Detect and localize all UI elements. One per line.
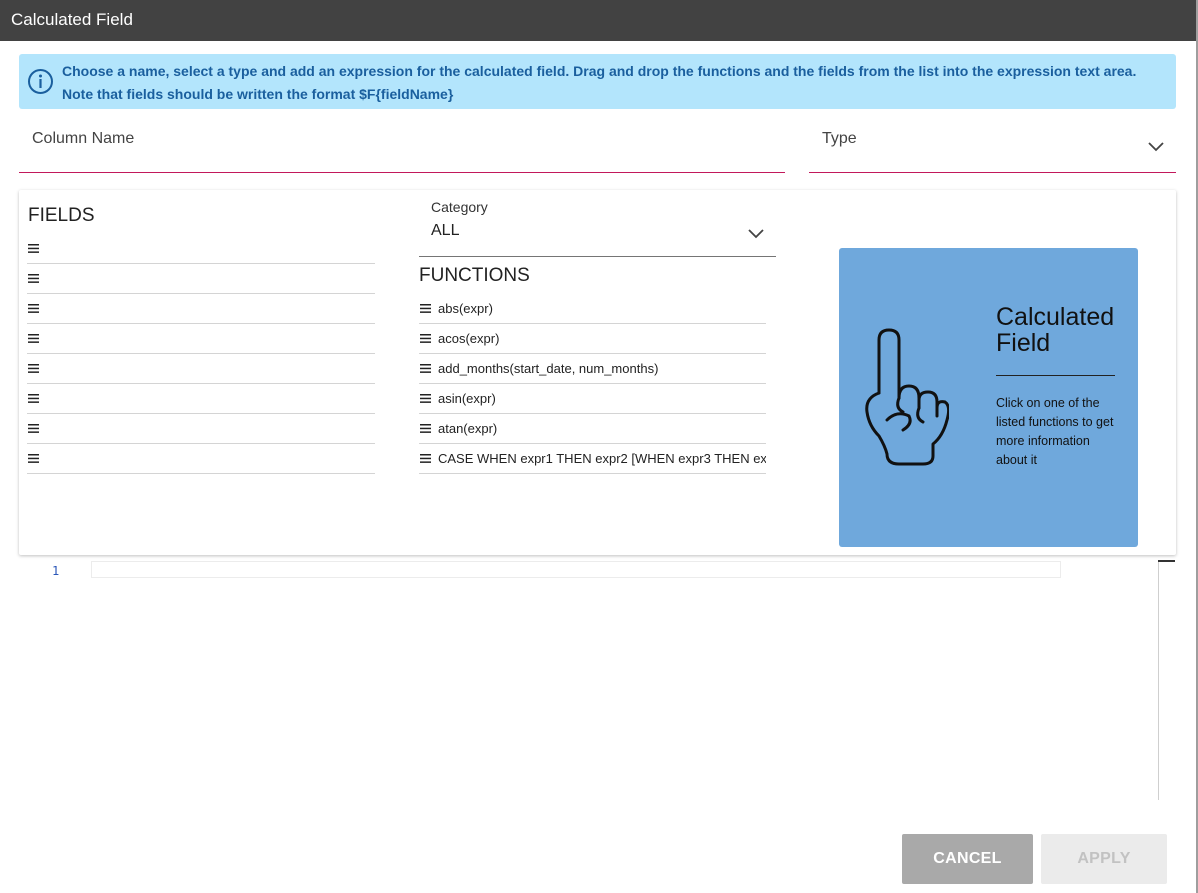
editor-scrollbar[interactable] — [1158, 561, 1159, 800]
drag-handle-icon[interactable] — [420, 304, 431, 313]
category-value: ALL — [431, 222, 460, 239]
chevron-down-icon — [748, 229, 764, 239]
drag-handle-icon[interactable] — [28, 244, 39, 253]
function-item-add-months[interactable]: add_months(start_date, num_months) — [419, 354, 766, 384]
chevron-down-icon — [1148, 142, 1164, 152]
functions-title: FUNCTIONS — [419, 265, 530, 286]
type-placeholder: Type — [822, 130, 857, 147]
drag-handle-icon[interactable] — [28, 274, 39, 283]
field-item[interactable] — [27, 414, 375, 444]
field-item[interactable] — [27, 354, 375, 384]
info-banner: Choose a name, select a type and add an … — [19, 54, 1176, 109]
cancel-button[interactable]: CANCEL — [902, 834, 1033, 884]
help-card: Calculated Field Click on one of the lis… — [839, 248, 1138, 547]
drag-handle-icon[interactable] — [28, 304, 39, 313]
function-name: acos(expr) — [438, 331, 500, 346]
dialog-title: Calculated Field — [0, 0, 1196, 41]
column-name-input[interactable]: Column Name — [19, 120, 785, 173]
field-item[interactable] — [27, 234, 375, 264]
function-name: atan(expr) — [438, 421, 498, 436]
pointing-hand-icon — [865, 328, 949, 466]
functions-list: abs(expr) acos(expr) add_months(start_da… — [419, 294, 766, 474]
function-item-acos[interactable]: acos(expr) — [419, 324, 766, 354]
category-label: Category — [431, 199, 488, 215]
field-item[interactable] — [27, 294, 375, 324]
drag-handle-icon[interactable] — [28, 334, 39, 343]
functions-fields-panel: FIELDS Category ALL FUNCTIONS abs(expr) … — [19, 190, 1176, 555]
info-line-1: Choose a name, select a type and add an … — [62, 63, 1137, 79]
help-card-title: Calculated Field — [996, 303, 1115, 357]
apply-button[interactable]: APPLY — [1041, 834, 1167, 884]
fields-list — [27, 234, 375, 474]
drag-handle-icon[interactable] — [28, 424, 39, 433]
help-card-divider — [996, 375, 1115, 376]
function-item-atan[interactable]: atan(expr) — [419, 414, 766, 444]
info-line-2: Note that fields should be written the f… — [62, 86, 454, 102]
info-icon — [28, 69, 53, 94]
drag-handle-icon[interactable] — [28, 364, 39, 373]
drag-handle-icon[interactable] — [28, 394, 39, 403]
category-select[interactable]: ALL — [419, 218, 776, 257]
drag-handle-icon[interactable] — [420, 424, 431, 433]
field-item[interactable] — [27, 264, 375, 294]
field-item[interactable] — [27, 324, 375, 354]
field-item[interactable] — [27, 384, 375, 414]
function-item-asin[interactable]: asin(expr) — [419, 384, 766, 414]
function-name: abs(expr) — [438, 301, 493, 316]
fields-title: FIELDS — [28, 205, 95, 226]
function-item-case-when[interactable]: CASE WHEN expr1 THEN expr2 [WHEN expr3 T… — [419, 444, 766, 474]
function-item-abs[interactable]: abs(expr) — [419, 294, 766, 324]
help-card-description: Click on one of the listed functions to … — [996, 396, 1114, 467]
field-item[interactable] — [27, 444, 375, 474]
line-number: 1 — [52, 564, 60, 578]
drag-handle-icon[interactable] — [420, 334, 431, 343]
function-name: add_months(start_date, num_months) — [438, 361, 659, 376]
drag-handle-icon[interactable] — [420, 364, 431, 373]
calculated-field-dialog: Calculated Field Choose a name, select a… — [0, 0, 1198, 893]
code-line-active[interactable] — [91, 561, 1061, 578]
function-name: asin(expr) — [438, 391, 496, 406]
function-name: CASE WHEN expr1 THEN expr2 [WHEN expr3 T… — [438, 451, 766, 466]
info-text: Choose a name, select a type and add an … — [62, 60, 1166, 106]
column-name-placeholder: Column Name — [32, 130, 135, 147]
drag-handle-icon[interactable] — [28, 454, 39, 463]
type-select[interactable]: Type — [809, 120, 1176, 173]
editor-scrollbar-marker — [1158, 560, 1175, 562]
expression-editor[interactable]: 1 — [19, 556, 1159, 800]
drag-handle-icon[interactable] — [420, 394, 431, 403]
drag-handle-icon[interactable] — [420, 454, 431, 463]
